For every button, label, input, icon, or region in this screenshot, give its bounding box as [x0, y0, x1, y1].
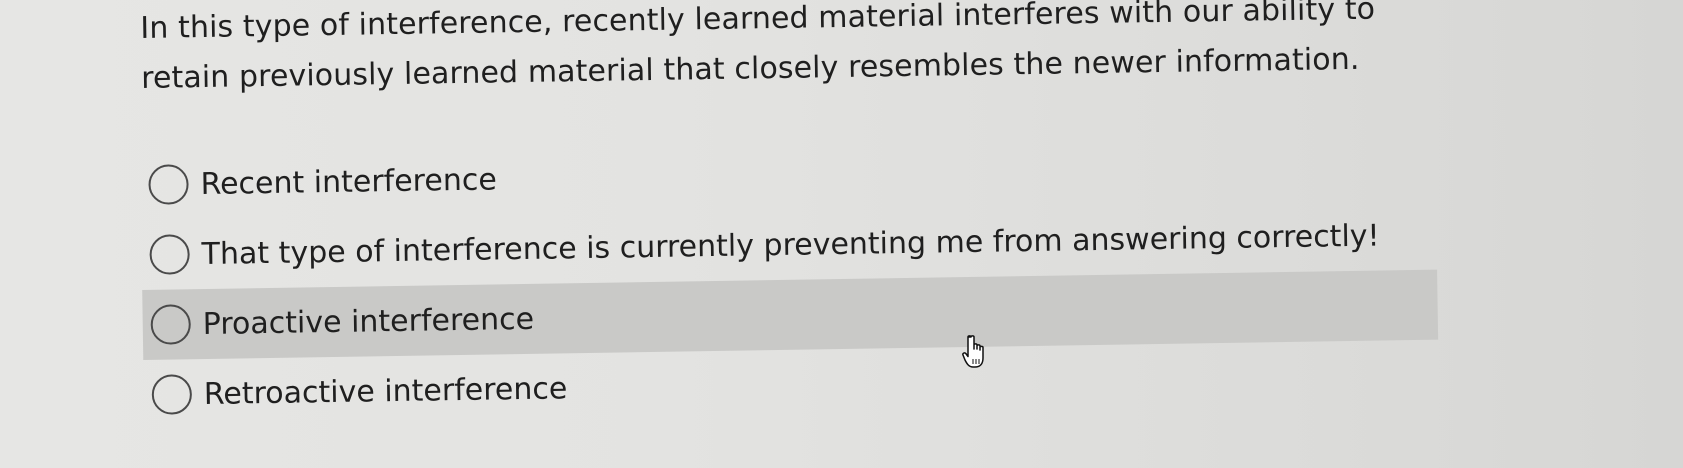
option-label: Recent interference: [200, 161, 498, 202]
answer-options: Recent interference That type of interfe…: [140, 130, 1439, 430]
option-label: That type of interference is currently p…: [201, 218, 1380, 272]
radio-button[interactable]: [151, 374, 193, 415]
radio-button[interactable]: [149, 234, 190, 275]
radio-button[interactable]: [150, 304, 192, 345]
radio-button[interactable]: [148, 164, 189, 205]
question-text: In this type of interference, recently l…: [140, 0, 1376, 96]
option-label: Proactive interference: [202, 301, 535, 342]
option-label: Retroactive interference: [203, 370, 568, 412]
hand-pointer-icon: [962, 335, 984, 368]
